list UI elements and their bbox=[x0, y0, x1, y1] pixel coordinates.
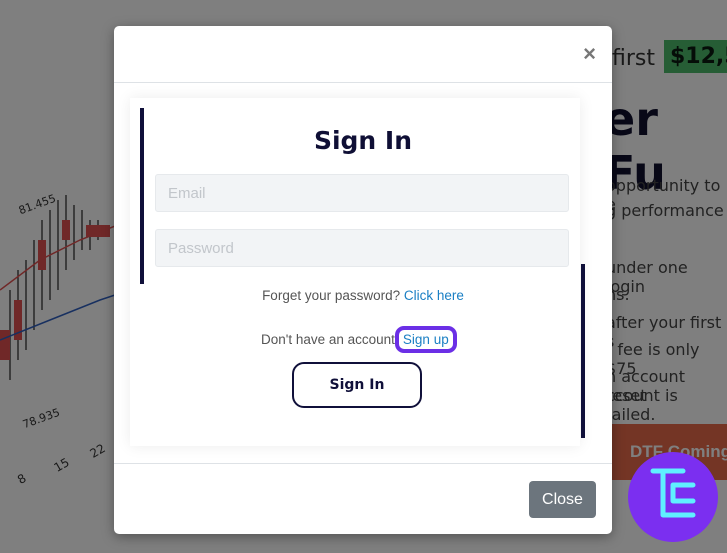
modal-footer: Close bbox=[114, 463, 612, 534]
tc-logo-icon bbox=[628, 452, 718, 542]
modal-header: × bbox=[114, 26, 612, 83]
signup-link[interactable]: Sign up bbox=[394, 326, 457, 353]
forgot-password-link[interactable]: Click here bbox=[404, 288, 464, 303]
forgot-password-row: Forget your password? Click here bbox=[114, 288, 612, 303]
modal-title: Sign In bbox=[313, 126, 413, 155]
signin-button[interactable]: Sign In bbox=[292, 362, 422, 408]
signup-row: Don't have an account Sign up bbox=[261, 326, 457, 353]
no-account-text: Don't have an account bbox=[261, 332, 395, 347]
email-field[interactable] bbox=[155, 174, 569, 212]
signin-modal: × Sign In Forget your password? Click he… bbox=[114, 26, 612, 534]
forgot-password-text: Forget your password? bbox=[262, 288, 401, 303]
close-button[interactable]: Close bbox=[529, 481, 596, 518]
password-field[interactable] bbox=[155, 229, 569, 267]
close-icon[interactable]: × bbox=[583, 42, 596, 66]
